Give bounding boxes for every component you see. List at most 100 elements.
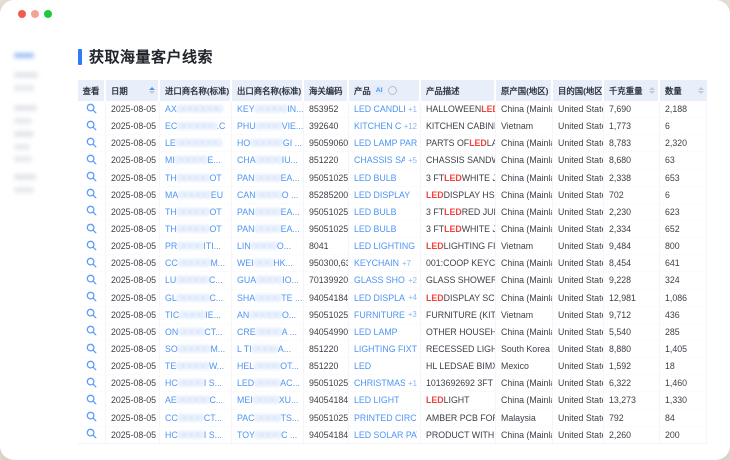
product-link[interactable]: GLASS SHOWE [354,275,405,285]
product-more-count[interactable]: +1 [408,379,417,388]
exporter-cell[interactable]: SHAOOOOTE ... [232,290,304,306]
column-header-date[interactable]: 日期 [106,80,160,101]
sidebar-item-redacted-2[interactable] [14,85,34,91]
exporter-cell[interactable]: CANOOOOO ... [232,187,304,203]
view-magnifier-icon[interactable] [86,120,97,133]
product-link[interactable]: LED SOLAR PATHW [354,430,417,440]
view-magnifier-icon[interactable] [86,411,97,424]
product-link[interactable]: KEYCHAIN [354,258,399,268]
exporter-cell[interactable]: GUAOOOOIO... [232,272,304,288]
view-magnifier-icon[interactable] [86,103,97,116]
sidebar-item-redacted-4[interactable] [14,118,32,124]
importer-cell[interactable]: CCOOOOCT... [160,410,232,426]
product-more-count[interactable]: +12 [404,122,417,131]
exporter-cell[interactable]: CREOOOOA ... [232,324,304,340]
view-magnifier-icon[interactable] [86,205,97,218]
importer-cell[interactable]: HCOOOOI S... [160,375,232,391]
importer-cell[interactable]: HCOOOOI S... [160,427,232,443]
sidebar-item-redacted-5[interactable] [14,131,34,137]
column-header-qty[interactable]: 数量 [660,80,707,101]
exporter-cell[interactable]: KEYOOOOOIN... [232,101,304,117]
product-link[interactable]: FURNITURE [354,310,405,320]
product-link[interactable]: LED BULB [354,207,397,217]
importer-cell[interactable]: LUOOOOOC... [160,272,232,288]
importer-cell[interactable]: TICOOOOIE... [160,307,232,323]
importer-cell[interactable]: THOOOOOOT [160,170,232,186]
product-link[interactable]: CHRISTMAS DE [354,378,405,388]
sort-icon[interactable] [646,87,655,95]
sidebar-item-redacted-1[interactable] [14,72,38,78]
view-magnifier-icon[interactable] [86,257,97,270]
product-link[interactable]: LED LAMP [354,327,398,337]
view-magnifier-icon[interactable] [86,223,97,236]
importer-cell[interactable]: LEOOOOOOO [160,135,232,151]
product-link[interactable]: KITCHEN CAB [354,121,401,131]
importer-cell[interactable]: ECOOOOOO.C [160,118,232,134]
exporter-cell[interactable]: HOOOOOOGI ... [232,135,304,151]
exporter-cell[interactable]: ANOOOOOO... [232,307,304,323]
importer-cell[interactable]: TEOOOOOW... [160,358,232,374]
importer-cell[interactable]: MIOOOOOE... [160,152,232,168]
view-magnifier-icon[interactable] [86,171,97,184]
view-magnifier-icon[interactable] [86,188,97,201]
info-circle-icon[interactable] [388,86,397,95]
sidebar-item-redacted-9[interactable] [14,187,34,193]
product-more-count[interactable]: +5 [408,156,417,165]
product-link[interactable]: LIGHTING FIXTURE [354,344,417,354]
importer-cell[interactable]: ONOOOOCT... [160,324,232,340]
view-magnifier-icon[interactable] [86,343,97,356]
product-more-count[interactable]: +1 [408,105,417,114]
sidebar-item-redacted-7[interactable] [14,156,32,162]
view-magnifier-icon[interactable] [86,154,97,167]
exporter-cell[interactable]: L TIOOOOA... [232,341,304,357]
sidebar-item-redacted-3[interactable] [14,105,37,111]
exporter-cell[interactable]: HELOOOOOT... [232,358,304,374]
column-header-weight[interactable]: 千克重量 [604,80,660,101]
importer-cell[interactable]: THOOOOOOT [160,204,232,220]
sort-icon[interactable] [146,87,155,95]
product-link[interactable]: LED DISPLAY [354,190,410,200]
product-more-count[interactable]: +2 [408,276,417,285]
product-link[interactable]: LED LIGHT [354,395,399,405]
view-magnifier-icon[interactable] [86,308,97,321]
exporter-cell[interactable]: PANOOOOEA... [232,170,304,186]
view-magnifier-icon[interactable] [86,291,97,304]
product-link[interactable]: LED BULB [354,173,397,183]
sidebar-item-redacted-6[interactable] [14,144,30,150]
product-link[interactable]: LED LAMP PART [354,138,417,148]
product-link[interactable]: CHASSIS SAND [354,155,405,165]
view-magnifier-icon[interactable] [86,274,97,287]
exporter-cell[interactable]: MEIOOOOXU... [232,392,304,408]
importer-cell[interactable]: GLOOOOOC... [160,290,232,306]
product-link[interactable]: LED CANDLE [354,104,405,114]
exporter-cell[interactable]: CHAOOOOIU... [232,152,304,168]
view-magnifier-icon[interactable] [86,394,97,407]
exporter-cell[interactable]: PANOOOOEA... [232,221,304,237]
importer-cell[interactable]: SOOOOOOM... [160,341,232,357]
exporter-cell[interactable]: LINOOOOO... [232,238,304,254]
product-link[interactable]: LED LIGHTING [354,241,415,251]
view-magnifier-icon[interactable] [86,240,97,253]
importer-cell[interactable]: PROOOOITI... [160,238,232,254]
exporter-cell[interactable]: LEDOOOOAC... [232,375,304,391]
product-link[interactable]: PRINTED CIRCUIT B [354,413,417,423]
exporter-cell[interactable]: PACOOOOTS... [232,410,304,426]
product-link[interactable]: LED DISPLAY S [354,293,405,303]
view-magnifier-icon[interactable] [86,325,97,338]
product-more-count[interactable]: +4 [408,293,417,302]
importer-cell[interactable]: MAOOOOOEU [160,187,232,203]
exporter-cell[interactable]: PHUOOOOVIE... [232,118,304,134]
importer-cell[interactable]: AEOOOOOC... [160,392,232,408]
exporter-cell[interactable]: WEIOOOHK... [232,255,304,271]
exporter-cell[interactable]: TOYOOOOC ... [232,427,304,443]
column-header-exporter[interactable]: 出口商名称(标准) [232,80,304,101]
view-magnifier-icon[interactable] [86,377,97,390]
view-magnifier-icon[interactable] [86,137,97,150]
sidebar-item-redacted-8[interactable] [14,174,36,180]
sidebar-item-redacted-0[interactable] [14,53,34,58]
exporter-cell[interactable]: PANOOOOEA... [232,204,304,220]
importer-cell[interactable]: AXOOOOOOO [160,101,232,117]
importer-cell[interactable]: CCOOOOOM... [160,255,232,271]
product-more-count[interactable]: +7 [402,259,411,268]
column-header-importer[interactable]: 进口商名称(标准) [160,80,232,101]
